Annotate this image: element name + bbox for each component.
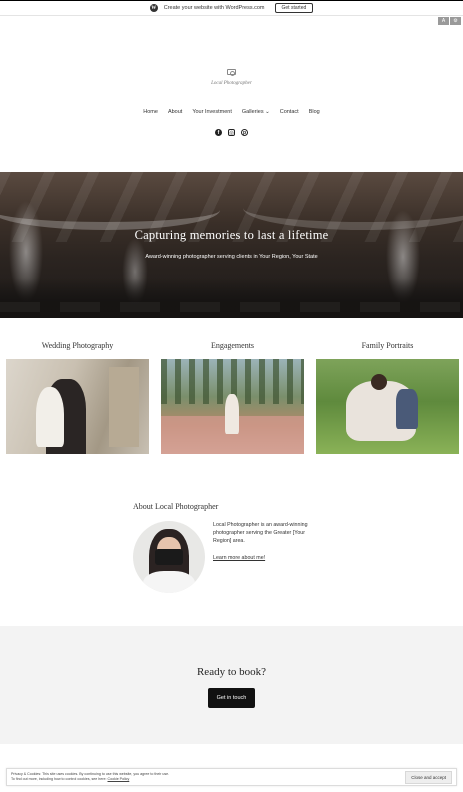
close-and-accept-button[interactable]: Close and accept [405, 770, 452, 784]
site-logo-text: Local Photographer [211, 81, 252, 86]
nav-home[interactable]: Home [143, 109, 158, 115]
main-navigation: Home About Your Investment Galleries ⌄ C… [0, 109, 463, 115]
hero-title: Capturing memories to last a lifetime [134, 228, 329, 242]
social-links: f ◎ p [0, 129, 463, 136]
font-size-icon[interactable]: A [438, 17, 449, 25]
wedding-photo[interactable] [6, 359, 149, 454]
service-title: Wedding Photography [41, 341, 114, 350]
nav-contact[interactable]: Contact [280, 109, 299, 115]
cookie-line: To find out more, including how to contr… [11, 777, 107, 781]
photographer-portrait [133, 521, 205, 593]
cta-heading: Ready to book? [196, 666, 267, 678]
get-started-button[interactable]: Get started [274, 3, 314, 13]
booking-cta: Ready to book? Get in touch [0, 626, 463, 744]
nav-about[interactable]: About [168, 109, 182, 115]
pinterest-icon[interactable]: p [241, 129, 248, 136]
service-card-family[interactable]: Family Portraits [316, 341, 459, 454]
services-grid: Wedding Photography Engagements Family P… [6, 341, 459, 454]
wordpress-logo-icon: W [149, 4, 158, 12]
nav-your-investment[interactable]: Your Investment [192, 109, 232, 115]
about-heading: About Local Photographer [133, 502, 219, 511]
service-card-engagements[interactable]: Engagements [161, 341, 304, 454]
family-photo[interactable] [316, 359, 459, 454]
camera-icon [155, 549, 183, 565]
hero-subtitle: Award-winning photographer serving clien… [145, 254, 318, 260]
cookie-banner: Privacy & Cookies: This site uses cookie… [6, 768, 457, 786]
cookie-text: Privacy & Cookies: This site uses cookie… [11, 772, 169, 783]
service-title: Family Portraits [361, 341, 414, 350]
learn-more-link[interactable]: Learn more about me! [213, 554, 265, 562]
hero-banner: Capturing memories to last a lifetime Aw… [0, 172, 463, 318]
site-logo[interactable]: Local Photographer [0, 62, 463, 86]
get-in-touch-button[interactable]: Get in touch [207, 688, 256, 708]
about-section: About Local Photographer Local Photograp… [133, 502, 333, 593]
cookie-policy-link[interactable]: Cookie Policy [108, 777, 130, 781]
instagram-icon[interactable]: ◎ [228, 129, 235, 136]
service-title: Engagements [210, 341, 255, 350]
nav-galleries[interactable]: Galleries ⌄ [242, 109, 270, 115]
utility-buttons: A ⚙ [438, 17, 461, 25]
hero-crowd-shade [0, 278, 463, 318]
facebook-icon[interactable]: f [215, 129, 222, 136]
settings-icon[interactable]: ⚙ [450, 17, 461, 25]
about-text: Local Photographer is an award-winning p… [213, 522, 308, 545]
engagement-photo[interactable] [161, 359, 304, 454]
camera-icon [227, 69, 236, 76]
wordpress-promo-bar: W Create your website with WordPress.com… [0, 0, 463, 16]
nav-blog[interactable]: Blog [309, 109, 320, 115]
service-card-wedding[interactable]: Wedding Photography [6, 341, 149, 454]
promo-text: Create your website with WordPress.com [163, 5, 265, 11]
